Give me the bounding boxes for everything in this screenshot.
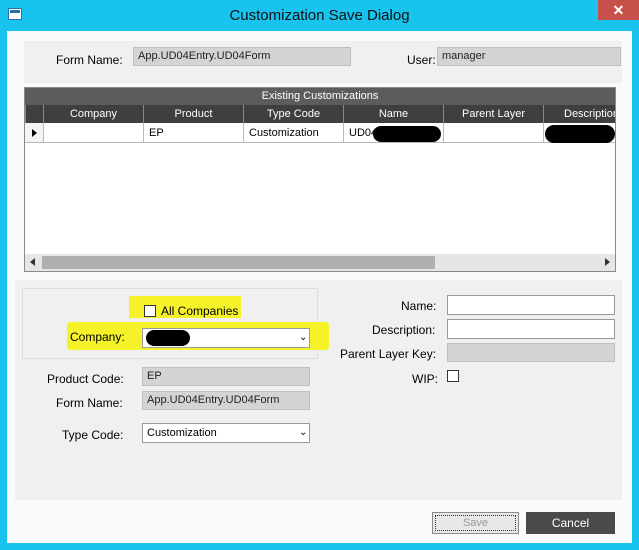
window-frame-left: [0, 31, 7, 550]
form-name-field: App.UD04Entry.UD04Form: [133, 47, 351, 66]
cell-company[interactable]: [43, 123, 143, 143]
redaction-mark: [373, 126, 441, 142]
window-frame-right: [632, 31, 639, 550]
save-button[interactable]: Save: [432, 512, 519, 534]
details-panel: All Companies Company: ⌄ Product Code: E…: [15, 280, 622, 500]
column-header-company[interactable]: Company: [43, 105, 143, 123]
name-input[interactable]: [447, 295, 615, 315]
wip-checkbox[interactable]: [447, 370, 459, 382]
column-header-product[interactable]: Product: [143, 105, 243, 123]
user-label: User:: [407, 53, 436, 67]
wip-label: WIP:: [412, 372, 438, 386]
column-header-description[interactable]: Description: [543, 105, 615, 123]
column-header-parent-layer[interactable]: Parent Layer: [443, 105, 543, 123]
all-companies-label: All Companies: [161, 304, 239, 318]
form-name-field-2: App.UD04Entry.UD04Form: [142, 391, 310, 410]
description-input[interactable]: [447, 319, 615, 339]
cell-type-code[interactable]: Customization: [243, 123, 343, 143]
window-frame-bottom: [0, 543, 639, 550]
horizontal-scrollbar[interactable]: [25, 254, 615, 271]
window-title: Customization Save Dialog: [229, 7, 410, 24]
form-name-label: Form Name:: [56, 53, 123, 67]
chevron-right-icon: [605, 258, 610, 266]
grid-caption: Existing Customizations: [25, 88, 615, 105]
column-header-type-code[interactable]: Type Code: [243, 105, 343, 123]
product-code-field: EP: [142, 367, 310, 386]
scroll-left-button[interactable]: [25, 254, 42, 271]
row-selector-header: [25, 105, 43, 123]
cell-product[interactable]: EP: [143, 123, 243, 143]
type-code-value: Customization: [147, 427, 217, 439]
redaction-mark: [545, 125, 615, 143]
product-code-label: Product Code:: [47, 372, 124, 386]
existing-customizations-grid[interactable]: Existing Customizations Company Product …: [24, 87, 616, 272]
column-header-name[interactable]: Name: [343, 105, 443, 123]
chevron-down-icon: ⌄: [299, 427, 308, 438]
redaction-mark: [146, 330, 190, 346]
all-companies-checkbox[interactable]: [144, 305, 156, 317]
chevron-left-icon: [30, 258, 35, 266]
type-code-dropdown[interactable]: Customization ⌄: [142, 423, 310, 443]
grid-header-row: Company Product Type Code Name Parent La…: [25, 105, 615, 123]
chevron-down-icon: ⌄: [299, 332, 308, 343]
parent-layer-key-field: [447, 343, 615, 362]
scroll-right-button[interactable]: [598, 254, 615, 271]
cell-parent-layer[interactable]: [443, 123, 543, 143]
type-code-label: Type Code:: [62, 428, 124, 442]
row-selector-arrow-icon[interactable]: [25, 123, 43, 143]
scroll-thumb[interactable]: [42, 256, 435, 269]
title-bar: Customization Save Dialog ✕: [0, 0, 639, 31]
table-row[interactable]: EP Customization UD04: [25, 123, 615, 143]
header-panel: Form Name: App.UD04Entry.UD04Form User: …: [24, 41, 622, 83]
name-label: Name:: [401, 299, 437, 313]
close-button[interactable]: ✕: [598, 0, 639, 20]
company-label: Company:: [70, 330, 125, 344]
dialog-body: Form Name: App.UD04Entry.UD04Form User: …: [7, 31, 632, 543]
user-field: manager: [437, 47, 621, 66]
cancel-button[interactable]: Cancel: [526, 512, 615, 534]
parent-layer-key-label: Parent Layer Key:: [340, 347, 437, 361]
form-name-label-2: Form Name:: [56, 396, 123, 410]
description-label: Description:: [372, 323, 436, 337]
